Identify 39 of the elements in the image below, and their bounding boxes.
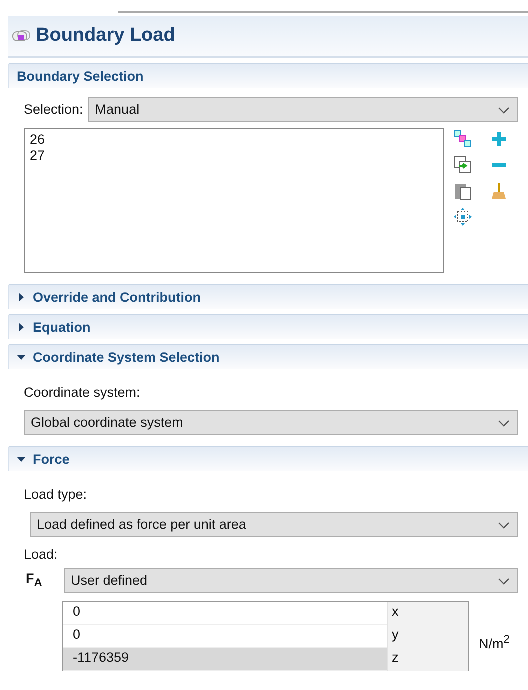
copy-icon[interactable] [454,156,472,174]
add-icon[interactable] [490,130,508,148]
chevron-icon [497,576,511,586]
dropdown[interactable]: Global coordinate system [24,410,518,435]
selection-list[interactable]: 26 27 [24,128,444,273]
unit-label: N/m$^{2}$ [479,634,510,652]
chevron-icon [497,520,511,530]
panel-title: Boundary Load [36,25,176,47]
axis-cell: z [387,648,468,671]
selection-label: Selection: [24,102,84,117]
dropdown[interactable]: Manual [88,97,518,122]
dropdown[interactable]: Load defined as force per unit area [30,512,518,537]
section-header[interactable]: Boundary Selection [8,63,528,88]
broom-icon[interactable] [490,182,508,200]
value-cell[interactable]: -1176359 [63,648,387,671]
field-label: Coordinate system: [24,384,142,402]
zoom-to-selection-icon[interactable] [454,208,472,226]
chevron-icon [497,104,511,114]
expanded-triangle-icon [17,352,26,362]
dropdown[interactable]: User defined [64,568,518,593]
collapsed-triangle-icon [17,292,26,302]
list-item[interactable]: 26 [30,132,438,148]
axis-cell: y [387,625,468,648]
boundary-icon [12,29,32,43]
field-label: Load type: [24,486,88,504]
expanded-triangle-icon [17,454,26,464]
field-label: Load: [24,546,59,564]
chevron-icon [497,418,511,428]
section-header[interactable]: Coordinate System Selection [8,344,528,369]
symbol-label: F$_{A}$ [26,571,44,590]
collapsed-triangle-icon [17,322,26,332]
select-boundaries-icon[interactable] [454,130,472,148]
section-header[interactable]: Equation [8,314,528,339]
axis-cell: x [387,602,468,625]
paste-icon[interactable] [454,182,472,200]
list-item[interactable]: 27 [30,148,438,164]
section-header[interactable]: Force [8,446,528,471]
section-header[interactable]: Override and Contribution [8,284,528,309]
value-cell[interactable]: 0 [63,602,387,625]
